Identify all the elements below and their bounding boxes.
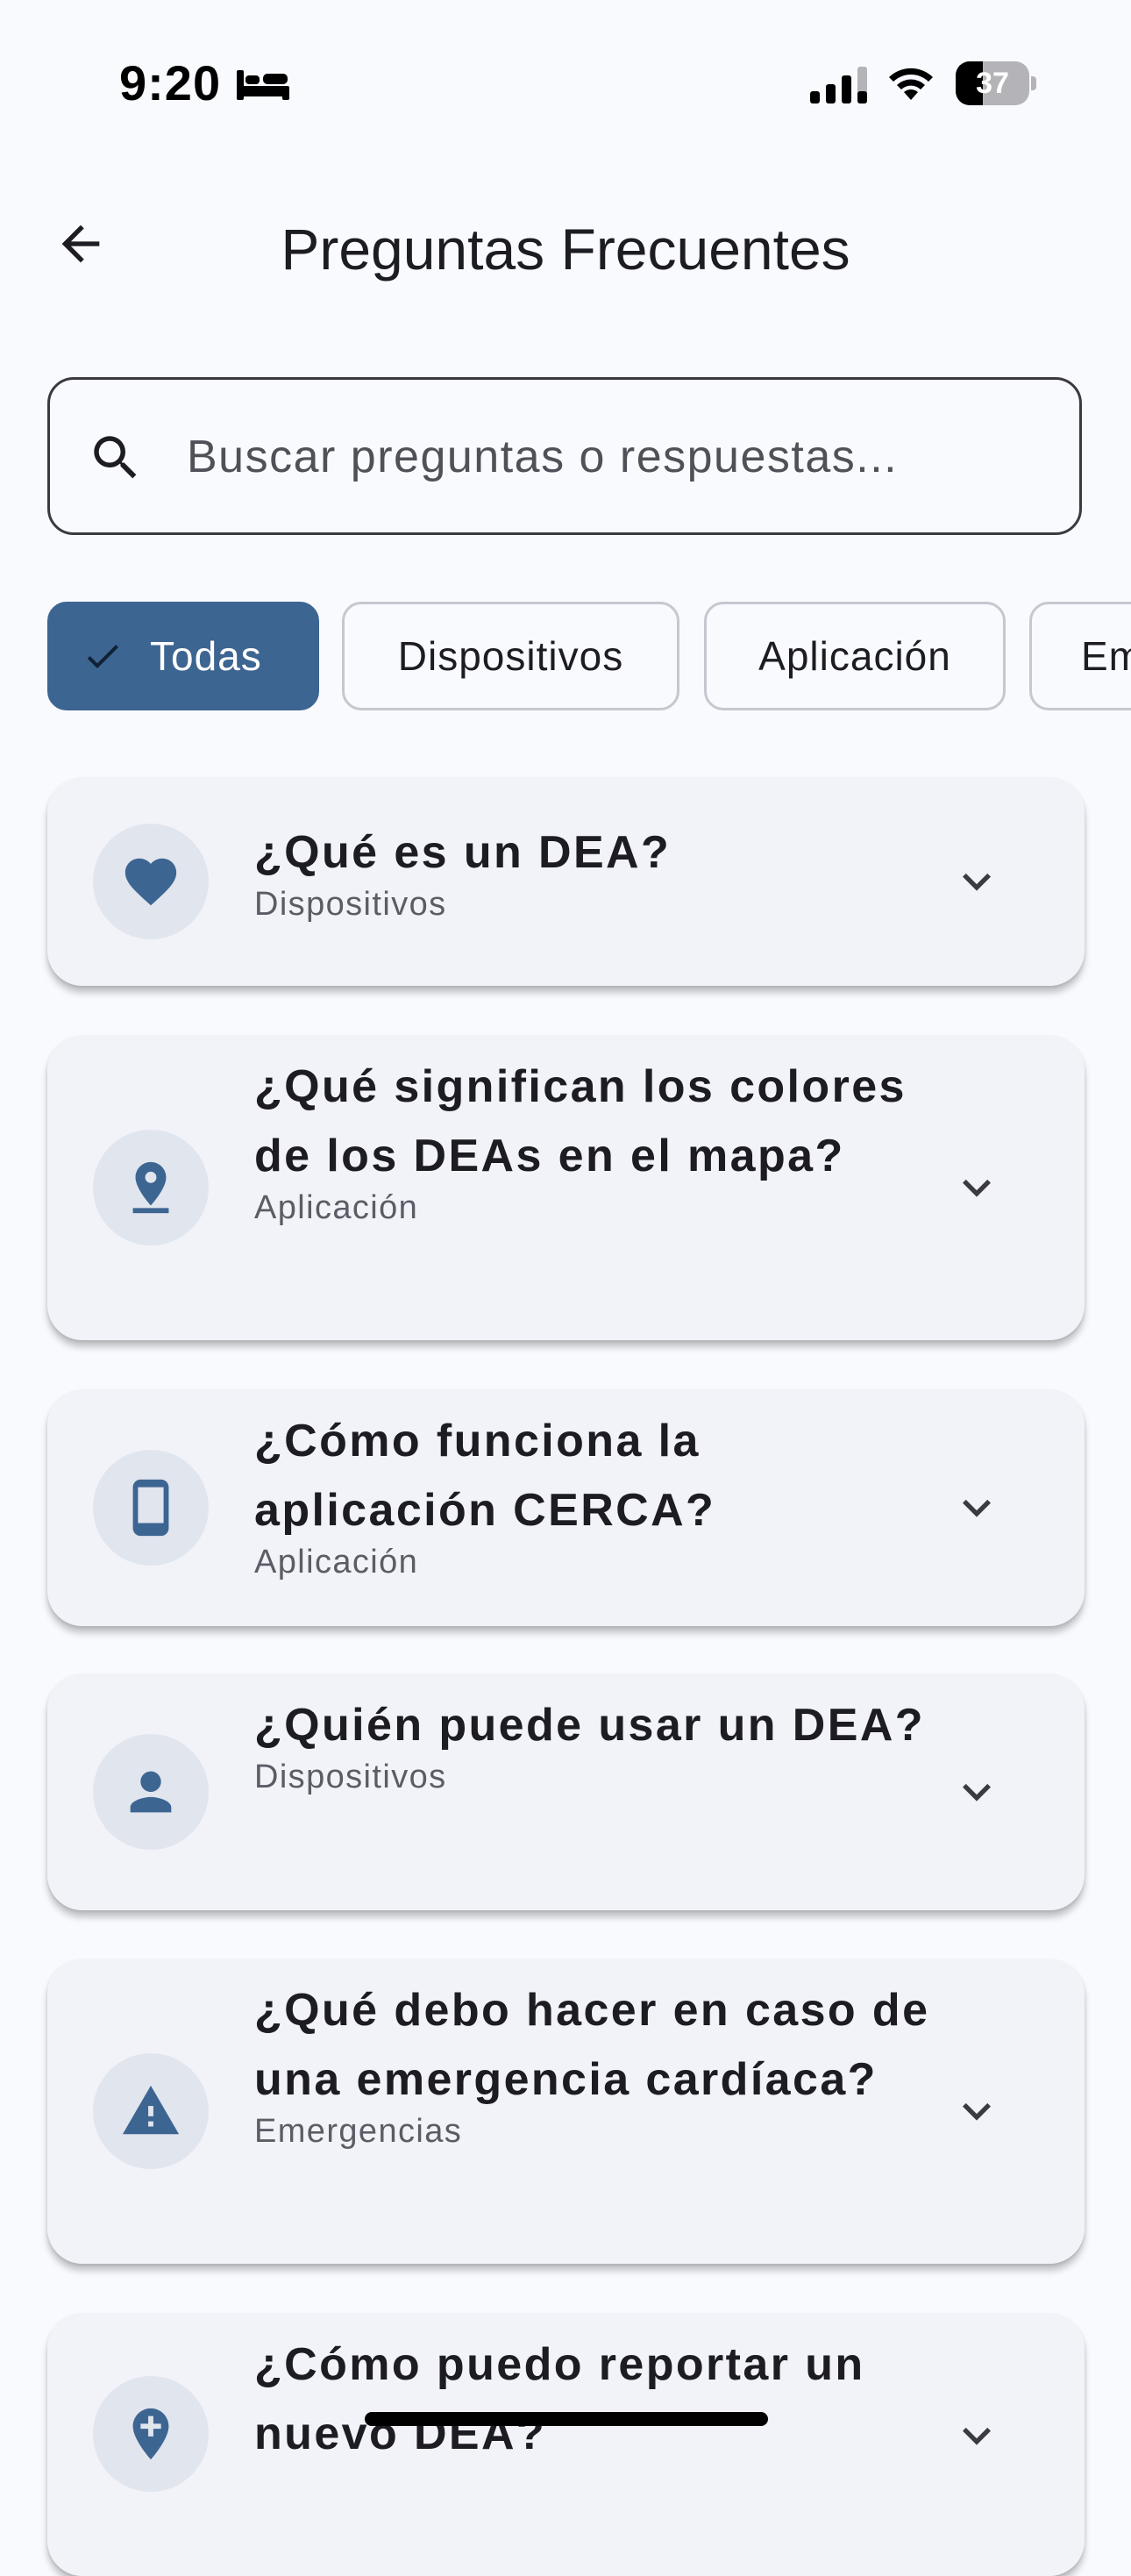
faq-card[interactable]: ¿Qué debo hacer en caso de una emergenci… <box>47 1959 1085 2264</box>
filter-chip-label: Aplicación <box>758 633 951 679</box>
faq-icon-circle <box>93 2053 209 2169</box>
faq-card[interactable]: ¿Qué es un DEA? Dispositivos <box>47 777 1085 986</box>
battery-level: 37 <box>976 67 1009 100</box>
filter-chip-label: Em <box>1081 633 1131 679</box>
search-input[interactable] <box>187 415 1046 499</box>
wifi-icon <box>889 68 933 100</box>
status-time: 9:20 <box>119 55 222 111</box>
filter-chip-aplicacion[interactable]: Aplicación <box>704 602 1006 710</box>
add-location-icon <box>132 2408 169 2460</box>
faq-text: ¿Qué debo hacer en caso de una emergenci… <box>254 1976 947 2150</box>
faq-text: ¿Cómo puedo reportar un nuevo DEA? <box>254 2330 947 2467</box>
chevron-down-icon[interactable] <box>949 1480 1005 1536</box>
search-box[interactable] <box>47 377 1082 535</box>
search-icon <box>94 436 137 479</box>
status-bar: 9:20 37 <box>0 0 1131 167</box>
faq-question: ¿Quién puede usar un DEA? <box>254 1700 925 1751</box>
faq-card[interactable]: ¿Quién puede usar un DEA? Dispositivos <box>47 1673 1085 1910</box>
faq-question: ¿Qué debo hacer en caso de una emergenci… <box>254 1985 930 2105</box>
filter-chip-label: Todas <box>150 633 262 679</box>
home-indicator[interactable] <box>365 2412 768 2426</box>
location-pin-icon <box>132 1161 169 1214</box>
page-title: Preguntas Frecuentes <box>281 217 850 282</box>
faq-text: ¿Cómo funciona la aplicación CERCA? Apli… <box>254 1407 947 1581</box>
faq-card[interactable]: ¿Cómo puedo reportar un nuevo DEA? <box>47 2313 1085 2576</box>
faq-icon-circle <box>93 1734 209 1850</box>
faq-category: Aplicación <box>254 1189 419 1226</box>
faq-question: ¿Qué significan los colores de los DEAs … <box>254 1061 907 1181</box>
faq-card[interactable]: ¿Cómo funciona la aplicación CERCA? Apli… <box>47 1389 1085 1626</box>
battery-icon: 37 <box>956 61 1036 105</box>
faq-text: ¿Quién puede usar un DEA? Dispositivos <box>254 1691 947 1795</box>
faq-icon-circle <box>93 2376 209 2492</box>
faq-text: ¿Qué significan los colores de los DEAs … <box>254 1053 947 1226</box>
chevron-down-icon[interactable] <box>949 2083 1005 2139</box>
warning-icon <box>122 2085 180 2135</box>
cellular-signal-icon <box>810 67 867 103</box>
faq-category: Emergencias <box>254 2113 463 2150</box>
faq-question: ¿Cómo puedo reportar un nuevo DEA? <box>254 2339 865 2459</box>
bed-icon <box>237 70 289 100</box>
faq-question: ¿Cómo funciona la aplicación CERCA? <box>254 1416 716 1536</box>
filter-chip-label: Dispositivos <box>397 633 624 679</box>
faq-icon-circle <box>93 1450 209 1566</box>
chevron-down-icon[interactable] <box>949 1764 1005 1820</box>
chevron-down-icon[interactable] <box>949 1160 1005 1216</box>
filter-chip-todas[interactable]: Todas <box>47 602 319 710</box>
phone-icon <box>132 1479 169 1537</box>
chevron-down-icon[interactable] <box>949 2408 1005 2464</box>
check-icon <box>87 645 118 668</box>
faq-icon-circle <box>93 824 209 939</box>
faq-text: ¿Qué es un DEA? Dispositivos <box>254 818 947 923</box>
faq-category: Aplicación <box>254 1544 419 1581</box>
filter-chip-emergencias[interactable]: Em <box>1029 602 1131 710</box>
faq-category: Dispositivos <box>254 1759 447 1795</box>
chevron-down-icon[interactable] <box>949 853 1005 910</box>
person-icon <box>130 1771 172 1813</box>
faq-category: Dispositivos <box>254 886 447 923</box>
faq-question: ¿Qué es un DEA? <box>254 827 672 878</box>
faq-card[interactable]: ¿Qué significan los colores de los DEAs … <box>47 1035 1085 1340</box>
faq-icon-circle <box>93 1130 209 1245</box>
heart-icon <box>124 858 177 906</box>
filter-chip-dispositivos[interactable]: Dispositivos <box>342 602 679 710</box>
